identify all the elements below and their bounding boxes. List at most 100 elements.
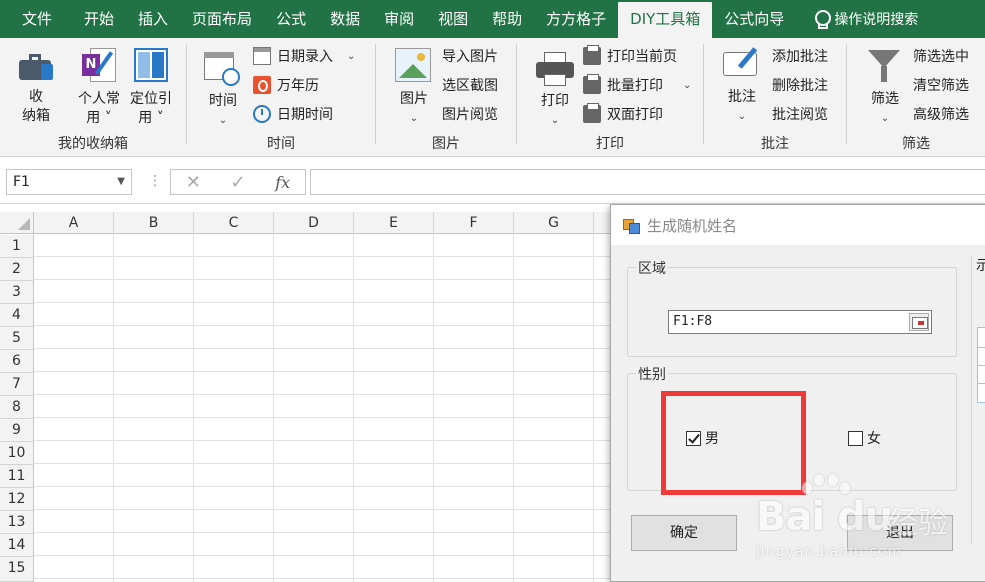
preview-table-line [977, 347, 985, 348]
row-header[interactable]: 10 [0, 442, 34, 465]
filter-button[interactable]: 筛选 ⌄ [863, 48, 907, 128]
clear-filter-button[interactable]: 清空筛选 [913, 75, 969, 95]
column-header[interactable]: G [514, 212, 594, 234]
column-header[interactable]: F [434, 212, 514, 234]
tab-view[interactable]: 视图 [426, 0, 480, 38]
filter-selected-label: 筛选选中 [913, 49, 969, 65]
tab-help[interactable]: 帮助 [480, 0, 534, 38]
chevron-down-icon: ⌄ [550, 115, 560, 126]
printer-small-icon [583, 74, 601, 94]
baidu-watermark: Bai du 经验 jingyan.baidu.com [752, 470, 982, 570]
filter-selected-button[interactable]: 筛选选中 [913, 46, 969, 66]
batch-print-button[interactable]: 批量打印 ⌄ [583, 74, 691, 95]
comment-button[interactable]: 批注 ⌄ [720, 46, 764, 126]
delete-comment-button[interactable]: 删除批注 [772, 75, 828, 95]
watermark-logo: Bai du [756, 494, 893, 540]
checkbox-unchecked-icon[interactable] [848, 430, 863, 446]
watermark-text: 经验 [888, 506, 948, 541]
dialog-title-bar[interactable]: 生成随机姓名 [611, 205, 985, 245]
group-title-comment: 批注 [761, 136, 789, 152]
chevron-down-icon[interactable]: ▼ [117, 170, 125, 194]
tab-data[interactable]: 数据 [318, 0, 372, 38]
storage-box-button[interactable]: 收 纳箱 [12, 48, 60, 126]
column-header[interactable]: A [34, 212, 114, 234]
row-header[interactable]: 6 [0, 350, 34, 373]
row-header[interactable]: 15 [0, 557, 34, 582]
chevron-down-icon: ⌄ [218, 115, 228, 126]
comment-browse-button[interactable]: 批注阅览 [772, 104, 828, 124]
formula-input[interactable] [310, 169, 985, 195]
row-header[interactable]: 7 [0, 373, 34, 396]
menu-bar: 文件 开始 插入 页面布局 公式 数据 审阅 视图 帮助 方方格子 DIY工具箱… [0, 0, 985, 38]
select-all-corner[interactable] [0, 212, 34, 234]
row-header[interactable]: 5 [0, 327, 34, 350]
enter-check-icon[interactable]: ✓ [231, 172, 246, 193]
import-picture-button[interactable]: 导入图片 [442, 46, 498, 66]
row-header[interactable]: 14 [0, 534, 34, 557]
selection-screenshot-label: 选区截图 [442, 78, 498, 94]
chevron-down-icon: ⌄ [880, 113, 890, 124]
insert-function-icon[interactable]: fx [275, 173, 290, 192]
column-header[interactable]: E [354, 212, 434, 234]
row-header[interactable]: 11 [0, 465, 34, 488]
row-header[interactable]: 12 [0, 488, 34, 511]
row-header[interactable]: 2 [0, 258, 34, 281]
range-input[interactable]: F1:F8 [668, 310, 932, 334]
printer-small-icon [583, 45, 601, 65]
advanced-filter-button[interactable]: 高级筛选 [913, 104, 969, 124]
toolbox-icon [17, 48, 55, 84]
tell-me-search[interactable]: 操作说明搜索 [796, 9, 918, 29]
tab-file[interactable]: 文件 [0, 0, 72, 38]
name-box[interactable]: F1 ▼ [6, 169, 132, 195]
personal-common-button[interactable]: N 个人常 用 ˅ [72, 46, 126, 128]
personal-common-label: 个人常 用 ˅ [78, 91, 120, 126]
print-button[interactable]: 打印 ⌄ [533, 50, 577, 130]
picture-button[interactable]: 图片 ⌄ [392, 48, 436, 128]
ribbon: 收 纳箱 N 个人常 用 ˅ 定位引 用 ˅ 我的收纳箱 时间 ⌄ 日期录入 ⌄… [0, 38, 985, 157]
date-time-button[interactable]: 日期时间 [253, 104, 333, 124]
locate-reference-button[interactable]: 定位引 用 ˅ [124, 46, 178, 128]
row-header[interactable]: 1 [0, 235, 34, 258]
perpetual-calendar-button[interactable]: 万年历 [253, 75, 319, 95]
female-checkbox[interactable]: 女 [848, 428, 881, 448]
print-current-page-button[interactable]: 打印当前页 [583, 45, 677, 66]
cancel-icon[interactable]: ✕ [186, 172, 201, 193]
time-button[interactable]: 时间 ⌄ [201, 50, 245, 130]
range-value: F1:F8 [673, 314, 713, 329]
tab-page-layout[interactable]: 页面布局 [180, 0, 264, 38]
row-header[interactable]: 3 [0, 281, 34, 304]
row-header[interactable]: 13 [0, 511, 34, 534]
ok-button[interactable]: 确定 [631, 515, 737, 551]
column-header[interactable]: D [274, 212, 354, 234]
tab-review[interactable]: 审阅 [372, 0, 426, 38]
range-picker-icon[interactable] [909, 313, 929, 331]
tab-formula-wizard[interactable]: 公式向导 [712, 0, 796, 38]
tab-diy-toolbox[interactable]: DIY工具箱 [618, 2, 713, 38]
almanac-icon [253, 76, 271, 94]
duplex-print-button[interactable]: 双面打印 [583, 103, 663, 124]
tell-me-label: 操作说明搜索 [834, 12, 919, 28]
storage-box-label: 收 纳箱 [22, 89, 50, 124]
picture-browse-button[interactable]: 图片阅览 [442, 104, 498, 124]
group-filter: 筛选 ⌄ 筛选选中 清空筛选 高级筛选 筛选 [847, 38, 985, 157]
date-entry-button[interactable]: 日期录入 ⌄ [253, 46, 355, 66]
selection-screenshot-button[interactable]: 选区截图 [442, 75, 498, 95]
row-header[interactable]: 8 [0, 396, 34, 419]
duplex-print-label: 双面打印 [607, 107, 663, 123]
clear-filter-label: 清空筛选 [913, 78, 969, 94]
add-comment-button[interactable]: 添加批注 [772, 46, 828, 66]
row-header[interactable]: 4 [0, 304, 34, 327]
drag-handle-icon[interactable]: ⋮ [148, 173, 162, 189]
calendar-icon [253, 47, 271, 65]
tab-fangfange[interactable]: 方方格子 [534, 0, 618, 38]
locate-reference-label: 定位引 用 ˅ [130, 91, 172, 126]
column-header[interactable]: C [194, 212, 274, 234]
row-header[interactable]: 9 [0, 419, 34, 442]
tab-insert[interactable]: 插入 [126, 0, 180, 38]
tab-home[interactable]: 开始 [72, 0, 126, 38]
group-print: 打印 ⌄ 打印当前页 批量打印 ⌄ 双面打印 打印 [517, 38, 703, 157]
column-header[interactable]: B [114, 212, 194, 234]
tab-formulas[interactable]: 公式 [264, 0, 318, 38]
chevron-down-icon: ⌄ [409, 113, 419, 124]
filter-label: 筛选 [871, 91, 899, 107]
